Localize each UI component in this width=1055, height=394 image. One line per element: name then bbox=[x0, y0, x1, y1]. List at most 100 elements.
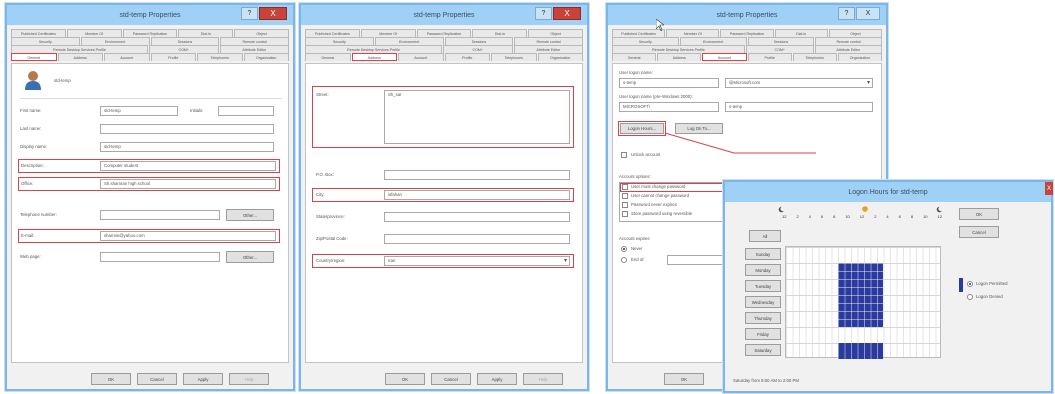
web-page-other-button[interactable]: Other... bbox=[226, 251, 274, 263]
domain-dropdown[interactable]: @Microsoft.com bbox=[725, 78, 873, 88]
tab-general[interactable]: General bbox=[11, 53, 57, 61]
day-button[interactable]: Friday bbox=[745, 328, 781, 340]
logon-hours-button[interactable]: Logon Hours... bbox=[620, 123, 664, 134]
description-field[interactable]: Computer student bbox=[100, 161, 276, 171]
display-name-field[interactable]: std-temp bbox=[100, 142, 274, 152]
tab-profile[interactable]: Profile bbox=[444, 53, 490, 61]
ok-button[interactable]: OK bbox=[385, 373, 425, 385]
day-button[interactable]: Monday bbox=[745, 264, 781, 276]
day-button[interactable]: Thursday bbox=[745, 312, 781, 324]
tab-environment[interactable]: Environment bbox=[679, 37, 747, 45]
po-box-field[interactable] bbox=[384, 170, 570, 180]
telephone-other-button[interactable]: Other... bbox=[226, 209, 274, 221]
tab-address[interactable]: Address bbox=[351, 53, 397, 61]
tab-profile[interactable]: Profile bbox=[150, 53, 196, 61]
tab-object[interactable]: Object bbox=[828, 29, 883, 37]
day-button[interactable]: Sunday bbox=[745, 248, 781, 260]
tab-remote-desktop-profile[interactable]: Remote Desktop Services Profile bbox=[11, 45, 148, 53]
tab-dial-in[interactable]: Dial-in bbox=[774, 29, 828, 37]
tab-attribute-editor[interactable]: Attribute Editor bbox=[513, 45, 583, 53]
zip-field[interactable] bbox=[384, 234, 570, 244]
tab-sessions[interactable]: Sessions bbox=[747, 37, 815, 45]
day-button[interactable]: Wednesday bbox=[745, 296, 781, 308]
tab-sessions[interactable]: Sessions bbox=[444, 37, 514, 45]
cancel-button[interactable]: Cancel bbox=[431, 373, 471, 385]
tab-account[interactable]: Account bbox=[104, 53, 150, 61]
help-button[interactable]: ? bbox=[838, 7, 855, 20]
tab-object[interactable]: Object bbox=[528, 29, 583, 37]
tab-security[interactable]: Security bbox=[612, 37, 679, 45]
tab-remote-control[interactable]: Remote control bbox=[220, 37, 289, 45]
tab-attribute-editor[interactable]: Attribute Editor bbox=[814, 45, 882, 53]
tab-com[interactable]: COM+ bbox=[443, 45, 513, 53]
tab-password-replication[interactable]: Password Replication bbox=[122, 29, 178, 37]
tab-environment[interactable]: Environment bbox=[374, 37, 444, 45]
tab-security[interactable]: Security bbox=[11, 37, 80, 45]
tab-attribute-editor[interactable]: Attribute Editor bbox=[219, 45, 289, 53]
tab-com[interactable]: COM+ bbox=[746, 45, 814, 53]
option-checkbox-2[interactable] bbox=[622, 202, 628, 208]
close-button[interactable]: X bbox=[856, 7, 880, 20]
end-of-radio[interactable] bbox=[621, 257, 627, 263]
end-of-date-field[interactable] bbox=[667, 255, 727, 265]
tab-security[interactable]: Security bbox=[305, 37, 374, 45]
tab-member-of[interactable]: Member Of bbox=[66, 29, 122, 37]
tab-remote-control[interactable]: Remote control bbox=[815, 37, 882, 45]
telephone-field[interactable] bbox=[100, 210, 220, 220]
ok-button[interactable]: OK bbox=[91, 373, 131, 385]
email-field[interactable]: sharmin@yahoo.com bbox=[100, 231, 276, 241]
tab-object[interactable]: Object bbox=[234, 29, 289, 37]
log-on-to-button[interactable]: Log On To... bbox=[675, 123, 723, 134]
tab-environment[interactable]: Environment bbox=[80, 37, 150, 45]
tab-address[interactable]: Address bbox=[57, 53, 103, 61]
tab-telephones[interactable]: Telephones bbox=[792, 53, 837, 61]
tab-dial-in[interactable]: Dial-in bbox=[472, 29, 528, 37]
help-bottom-button[interactable]: Help bbox=[229, 373, 269, 385]
tab-password-replication[interactable]: Password Replication bbox=[720, 29, 774, 37]
denied-radio[interactable] bbox=[967, 294, 973, 300]
option-checkbox-0[interactable] bbox=[622, 184, 628, 190]
tab-general[interactable]: General bbox=[612, 53, 657, 61]
unlock-checkbox[interactable] bbox=[621, 152, 627, 158]
tab-dial-in[interactable]: Dial-in bbox=[178, 29, 234, 37]
help-button[interactable]: ? bbox=[241, 7, 258, 20]
tab-organization[interactable]: Organization bbox=[243, 53, 289, 61]
initials-field[interactable] bbox=[218, 106, 274, 116]
help-button[interactable]: ? bbox=[535, 7, 552, 20]
select-all-button[interactable]: All bbox=[749, 230, 781, 242]
tab-organization[interactable]: Organization bbox=[537, 53, 583, 61]
help-bottom-button[interactable]: Help bbox=[523, 373, 563, 385]
hours-grid[interactable] bbox=[785, 246, 941, 359]
tab-organization[interactable]: Organization bbox=[837, 53, 883, 61]
state-field[interactable] bbox=[384, 212, 570, 222]
close-button[interactable]: X bbox=[259, 7, 287, 20]
tab-telephones[interactable]: Telephones bbox=[197, 53, 243, 61]
first-name-field[interactable]: std-temp bbox=[100, 106, 178, 116]
tab-password-replication[interactable]: Password Replication bbox=[416, 29, 472, 37]
tab-remote-desktop-profile[interactable]: Remote Desktop Services Profile bbox=[612, 45, 745, 53]
country-dropdown[interactable]: Iran bbox=[384, 256, 570, 266]
tab-telephones[interactable]: Telephones bbox=[491, 53, 537, 61]
apply-button[interactable]: Apply bbox=[477, 373, 517, 385]
tab-member-of[interactable]: Member Of bbox=[666, 29, 720, 37]
dialog-ok-button[interactable]: OK bbox=[959, 208, 999, 220]
last-name-field[interactable] bbox=[100, 124, 274, 134]
cancel-button[interactable]: Cancel bbox=[137, 373, 177, 385]
never-radio[interactable] bbox=[621, 246, 627, 252]
dialog-close-button[interactable]: X bbox=[1045, 182, 1053, 195]
apply-button[interactable]: Apply bbox=[183, 373, 223, 385]
city-field[interactable]: isfahan bbox=[384, 190, 570, 200]
close-button[interactable]: X bbox=[553, 7, 581, 20]
tab-com[interactable]: COM+ bbox=[149, 45, 219, 53]
tab-published-certificates[interactable]: Published Certificates bbox=[11, 29, 66, 37]
tab-member-of[interactable]: Member Of bbox=[360, 29, 416, 37]
tab-address[interactable]: Address bbox=[657, 53, 702, 61]
pre2000-user-field[interactable]: s-temp bbox=[725, 102, 873, 112]
day-button[interactable]: Saturday bbox=[745, 344, 781, 356]
tab-sessions[interactable]: Sessions bbox=[150, 37, 220, 45]
dialog-cancel-button[interactable]: Cancel bbox=[959, 226, 999, 238]
tab-account[interactable]: Account bbox=[702, 53, 747, 61]
tab-profile[interactable]: Profile bbox=[747, 53, 792, 61]
logon-name-field[interactable]: s-temp bbox=[619, 78, 719, 88]
office-field[interactable]: Sh.shamran high school bbox=[100, 179, 276, 189]
